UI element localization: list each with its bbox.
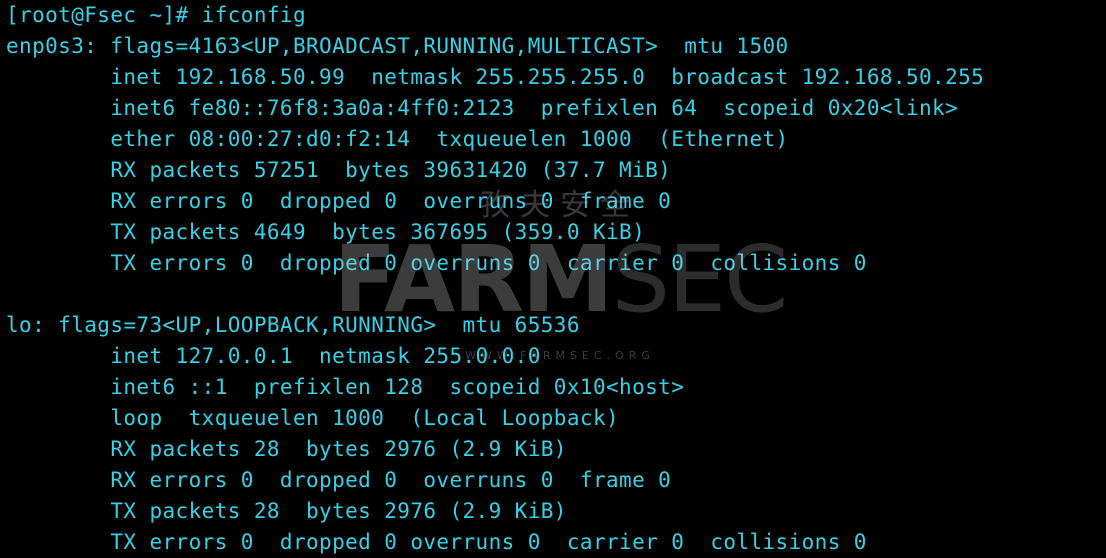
enp0s3-tx-packets-line: TX packets 4649 bytes 367695 (359.0 KiB) <box>6 220 646 244</box>
enp0s3-ether-line: ether 08:00:27:d0:f2:14 txqueuelen 1000 … <box>6 127 789 151</box>
enp0s3-rx-errors-line: RX errors 0 dropped 0 overruns 0 frame 0 <box>6 189 672 213</box>
lo-rx-errors-line: RX errors 0 dropped 0 overruns 0 frame 0 <box>6 468 672 492</box>
lo-inet-line: inet 127.0.0.1 netmask 255.0.0.0 <box>6 344 541 368</box>
terminal-window[interactable]: [root@Fsec ~]# ifconfig enp0s3: flags=41… <box>0 0 1106 558</box>
lo-rx-packets-line: RX packets 28 bytes 2976 (2.9 KiB) <box>6 437 567 461</box>
lo-loop-line: loop txqueuelen 1000 (Local Loopback) <box>6 406 620 430</box>
lo-tx-packets-line: TX packets 28 bytes 2976 (2.9 KiB) <box>6 499 567 523</box>
enp0s3-inet-line: inet 192.168.50.99 netmask 255.255.255.0… <box>6 65 985 89</box>
lo-flags-line: lo: flags=73<UP,LOOPBACK,RUNNING> mtu 65… <box>6 313 580 337</box>
enp0s3-inet6-line: inet6 fe80::76f8:3a0a:4ff0:2123 prefixle… <box>6 96 959 120</box>
lo-tx-errors-line: TX errors 0 dropped 0 overruns 0 carrier… <box>6 530 867 554</box>
enp0s3-tx-errors-line: TX errors 0 dropped 0 overruns 0 carrier… <box>6 251 867 275</box>
enp0s3-rx-packets-line: RX packets 57251 bytes 39631420 (37.7 Mi… <box>6 158 672 182</box>
lo-inet6-line: inet6 ::1 prefixlen 128 scopeid 0x10<hos… <box>6 375 685 399</box>
enp0s3-flags-line: enp0s3: flags=4163<UP,BROADCAST,RUNNING,… <box>6 34 789 58</box>
prompt-line: [root@Fsec ~]# ifconfig <box>6 3 306 27</box>
